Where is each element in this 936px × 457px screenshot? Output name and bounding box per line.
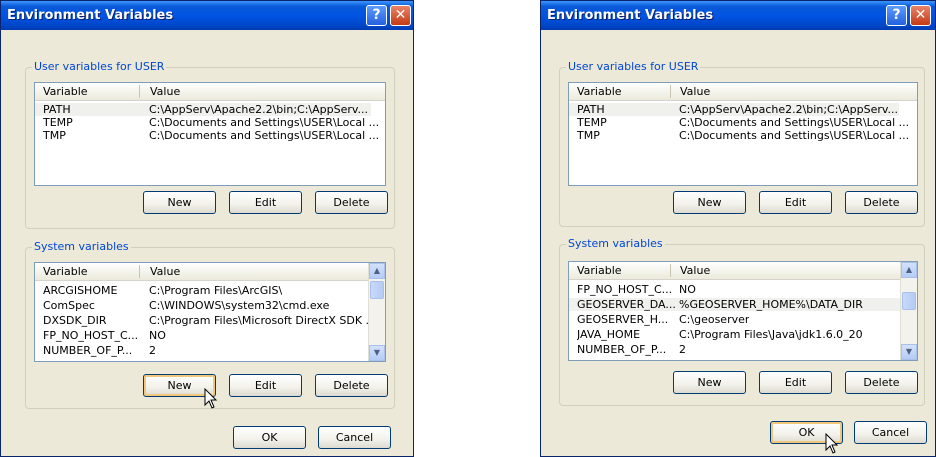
column-header-variable[interactable]: Variable xyxy=(577,85,622,98)
user-delete-button[interactable]: Delete xyxy=(315,191,388,214)
list-header: Variable Value xyxy=(35,263,369,281)
column-header-value[interactable]: Value xyxy=(150,85,180,98)
help-icon[interactable]: ? xyxy=(886,5,907,26)
user-delete-button[interactable]: Delete xyxy=(845,191,918,214)
system-variables-label: System variables xyxy=(566,237,665,250)
env-vars-dialog-right: Environment Variables ? ✕ User variables… xyxy=(540,0,936,457)
window-title: Environment Variables xyxy=(547,8,714,23)
vertical-scrollbar[interactable]: ▲ ▼ xyxy=(368,263,385,361)
system-edit-button[interactable]: Edit xyxy=(229,374,302,397)
table-row[interactable]: NUMBER_OF_P... 2 xyxy=(35,344,371,357)
user-new-button[interactable]: New xyxy=(143,191,216,214)
column-header-value[interactable]: Value xyxy=(680,264,710,277)
list-header: Variable Value xyxy=(35,83,385,101)
system-delete-button[interactable]: Delete xyxy=(315,374,388,397)
system-variables-label: System variables xyxy=(32,240,131,253)
table-row[interactable]: TEMP C:\Documents and Settings\USER\Loca… xyxy=(35,116,379,129)
system-variables-list[interactable]: Variable Value ARCGISHOME C:\Program Fil… xyxy=(34,262,386,362)
user-variables-group: User variables for USER Variable Value P… xyxy=(25,60,395,229)
column-header-value[interactable]: Value xyxy=(680,85,710,98)
table-row[interactable]: ComSpec C:\WINDOWS\system32\cmd.exe xyxy=(35,299,371,312)
title-bar[interactable]: Environment Variables ? ✕ xyxy=(1,1,413,30)
table-row[interactable]: TMP C:\Documents and Settings\USER\Local… xyxy=(35,129,379,142)
table-row[interactable]: PATH C:\AppServ\Apache2.2\bin;C:\AppServ… xyxy=(35,103,371,116)
mouse-pointer-icon xyxy=(204,388,218,409)
ok-button[interactable]: OK xyxy=(233,426,306,449)
scroll-thumb[interactable] xyxy=(902,292,916,310)
system-delete-button[interactable]: Delete xyxy=(845,371,918,394)
column-header-value[interactable]: Value xyxy=(150,265,180,278)
scroll-down-icon[interactable]: ▼ xyxy=(901,344,917,360)
user-variables-list[interactable]: Variable Value PATH C:\AppServ\Apache2.2… xyxy=(34,82,386,186)
table-row[interactable]: FP_NO_HOST_C... NO xyxy=(35,329,371,342)
user-edit-button[interactable]: Edit xyxy=(759,191,832,214)
system-new-button[interactable]: New xyxy=(673,371,746,394)
scroll-up-icon[interactable]: ▲ xyxy=(901,262,917,278)
table-row[interactable]: ARCGISHOME C:\Program Files\ArcGIS\ xyxy=(35,284,371,297)
table-row[interactable]: JAVA_HOME C:\Program Files\Java\jdk1.6.0… xyxy=(569,328,901,341)
user-new-button[interactable]: New xyxy=(673,191,746,214)
user-variables-label: User variables for USER xyxy=(566,60,701,73)
user-variables-group: User variables for USER Variable Value P… xyxy=(559,60,925,227)
list-header: Variable Value xyxy=(569,83,917,101)
close-icon[interactable]: ✕ xyxy=(390,5,411,26)
system-variables-list[interactable]: Variable Value FP_NO_HOST_C... NO GEOSER… xyxy=(568,261,918,361)
system-variables-group: System variables Variable Value FP_NO_HO… xyxy=(559,237,925,406)
title-bar[interactable]: Environment Variables ? ✕ xyxy=(541,1,935,30)
help-icon[interactable]: ? xyxy=(366,5,387,26)
user-edit-button[interactable]: Edit xyxy=(229,191,302,214)
user-variables-label: User variables for USER xyxy=(32,60,167,73)
table-row[interactable]: GEOSERVER_H... C:\geoserver xyxy=(569,313,901,326)
system-variables-group: System variables Variable Value ARCGISHO… xyxy=(25,240,395,409)
vertical-scrollbar[interactable]: ▲ ▼ xyxy=(900,262,917,360)
user-variables-list[interactable]: Variable Value PATH C:\AppServ\Apache2.2… xyxy=(568,82,918,186)
table-row[interactable]: NUMBER_OF_P... 2 xyxy=(569,343,901,356)
column-header-variable[interactable]: Variable xyxy=(43,85,88,98)
system-edit-button[interactable]: Edit xyxy=(759,371,832,394)
env-vars-dialog-left: Environment Variables ? ✕ User variables… xyxy=(0,0,414,457)
cancel-button[interactable]: Cancel xyxy=(854,421,927,444)
cancel-button[interactable]: Cancel xyxy=(318,426,391,449)
table-row[interactable]: TMP C:\Documents and Settings\USER\Local… xyxy=(569,129,909,142)
table-row[interactable]: GEOSERVER_DA... %GEOSERVER_HOME%\DATA_DI… xyxy=(569,298,901,311)
table-row[interactable]: FP_NO_HOST_C... NO xyxy=(569,283,901,296)
list-header: Variable Value xyxy=(569,262,901,280)
mouse-pointer-icon xyxy=(825,433,839,454)
scroll-thumb[interactable] xyxy=(370,281,384,299)
table-row[interactable]: TEMP C:\Documents and Settings\USER\Loca… xyxy=(569,116,909,129)
table-row[interactable]: DXSDK_DIR C:\Program Files\Microsoft Dir… xyxy=(35,314,371,327)
scroll-down-icon[interactable]: ▼ xyxy=(369,345,385,361)
column-header-variable[interactable]: Variable xyxy=(577,264,622,277)
column-header-variable[interactable]: Variable xyxy=(43,265,88,278)
window-title: Environment Variables xyxy=(7,8,174,23)
close-icon[interactable]: ✕ xyxy=(910,5,931,26)
scroll-up-icon[interactable]: ▲ xyxy=(369,263,385,279)
table-row[interactable]: PATH C:\AppServ\Apache2.2\bin;C:\AppServ… xyxy=(569,103,899,116)
